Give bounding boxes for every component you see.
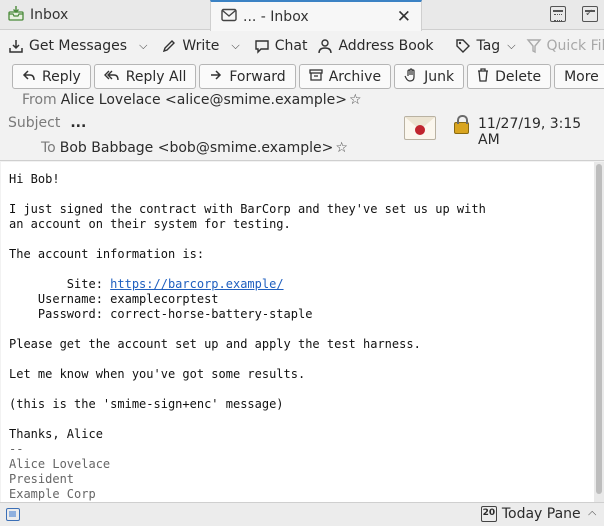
subject-label: Subject (8, 115, 61, 131)
tab-label: ... - Inbox (243, 8, 309, 25)
signature-line: Alice Lovelace (9, 457, 111, 471)
chevron-up-icon: ⌵ (587, 508, 596, 521)
subject-value: ... (70, 115, 87, 131)
site-label: Site: (9, 277, 111, 291)
chevron-down-icon: ⌵ (507, 39, 516, 52)
download-icon (8, 38, 24, 54)
from-row: From Alice Lovelace <alice@smime.example… (22, 92, 362, 108)
body-line: Password: correct-horse-battery-staple (9, 307, 313, 321)
message-date: 11/27/19, 3:15 AM (478, 116, 582, 148)
signature-line: President (9, 472, 75, 486)
body-line: Username: examplecorptest (9, 292, 219, 306)
message-text: Hi Bob! I just signed the contract with … (1, 162, 594, 502)
pencil-icon (161, 38, 177, 54)
archive-icon (309, 68, 323, 86)
body-line: Hi Bob! (9, 172, 60, 186)
chevron-down-icon[interactable]: ⌵ (139, 39, 147, 53)
tab-inbox[interactable]: Inbox (0, 0, 210, 30)
reply-all-icon (103, 68, 120, 86)
reply-all-label: Reply All (125, 68, 187, 85)
archive-button[interactable]: Archive (298, 64, 392, 89)
inbox-icon (8, 5, 24, 25)
signed-envelope-icon[interactable] (404, 116, 436, 140)
junk-button[interactable]: Junk (394, 64, 465, 89)
more-button[interactable]: More ⌵ (554, 64, 604, 89)
reply-label: Reply (42, 68, 81, 85)
body-line: Thanks, Alice (9, 427, 103, 441)
chat-button[interactable]: Chat (254, 33, 308, 59)
today-pane-label: Today Pane (501, 506, 581, 522)
status-bar: 20 Today Pane ⌵ (0, 502, 604, 526)
tab-label: Inbox (30, 7, 69, 23)
to-label: To (41, 140, 56, 156)
write-button[interactable]: Write (161, 33, 219, 59)
chat-icon (254, 38, 270, 54)
tag-icon (455, 38, 471, 54)
site-link[interactable]: https://barcorp.example/ (110, 277, 283, 291)
message-actions: Reply Reply All Forward Archive Junk Del… (12, 64, 604, 89)
to-row: To Bob Babbage <bob@smime.example> ☆ (41, 140, 348, 156)
tab-message[interactable]: ... - Inbox ✕ (210, 0, 422, 31)
star-icon[interactable]: ☆ (349, 92, 362, 108)
reply-icon (22, 68, 36, 86)
body-line: The account information is: (9, 247, 205, 261)
tag-label: Tag (476, 38, 501, 54)
get-messages-label: Get Messages (29, 38, 128, 54)
more-label: More (564, 68, 599, 85)
forward-icon (209, 68, 223, 86)
envelope-icon (221, 8, 237, 26)
chat-label: Chat (274, 38, 308, 54)
subject-row: Subject ... (8, 115, 86, 131)
body-line: an account on their system for testing. (9, 217, 291, 231)
main-toolbar: Get Messages ⌵ Write ⌵ Chat Address Book… (0, 31, 604, 61)
forward-label: Forward (229, 68, 286, 85)
archive-label: Archive (328, 68, 382, 85)
calendar-day-icon: 20 (480, 506, 497, 522)
quick-filter-label: Quick Filt (546, 38, 604, 54)
address-book-button[interactable]: Address Book (317, 33, 433, 59)
close-icon[interactable]: ✕ (397, 7, 411, 27)
address-book-label: Address Book (338, 38, 434, 54)
tab-bar: Inbox ... - Inbox ✕ (0, 0, 604, 31)
chevron-down-icon[interactable]: ⌵ (231, 39, 239, 53)
reply-all-button[interactable]: Reply All (93, 64, 197, 89)
signature-separator: -- (9, 442, 24, 456)
quick-filter-button[interactable]: Quick Filt (526, 33, 604, 59)
get-messages-button[interactable]: Get Messages (8, 33, 127, 59)
tag-button[interactable]: Tag ⌵ (455, 33, 516, 59)
scrollbar-thumb[interactable] (596, 164, 602, 494)
filter-icon (526, 38, 542, 54)
today-pane-toggle[interactable]: 20 Today Pane ⌵ (480, 506, 596, 522)
from-value[interactable]: Alice Lovelace <alice@smime.example> (61, 92, 347, 108)
reply-button[interactable]: Reply (12, 64, 91, 89)
junk-label: Junk (424, 68, 455, 85)
person-icon (317, 38, 333, 54)
signature-line: Example Corp (9, 487, 96, 501)
lock-icon[interactable] (454, 115, 469, 134)
online-status-icon[interactable] (6, 508, 20, 521)
from-label: From (22, 92, 57, 108)
body-line: Please get the account set up and apply … (9, 337, 421, 351)
body-line: (this is the 'smime-sign+enc' message) (9, 397, 284, 411)
forward-button[interactable]: Forward (199, 64, 296, 89)
body-scrollbar[interactable] (594, 162, 604, 502)
delete-label: Delete (495, 68, 542, 85)
tasks-icon[interactable] (582, 6, 598, 22)
star-icon[interactable]: ☆ (335, 140, 348, 156)
calendar-icon[interactable] (550, 6, 566, 22)
message-body: Hi Bob! I just signed the contract with … (1, 162, 594, 502)
message-header: Reply Reply All Forward Archive Junk Del… (0, 61, 604, 161)
junk-icon (404, 67, 418, 86)
body-line: Let me know when you've got some results… (9, 367, 306, 381)
body-line: I just signed the contract with BarCorp … (9, 202, 486, 216)
write-label: Write (182, 38, 220, 54)
delete-button[interactable]: Delete (467, 64, 552, 89)
to-value[interactable]: Bob Babbage <bob@smime.example> (60, 140, 334, 156)
trash-icon (477, 67, 489, 86)
